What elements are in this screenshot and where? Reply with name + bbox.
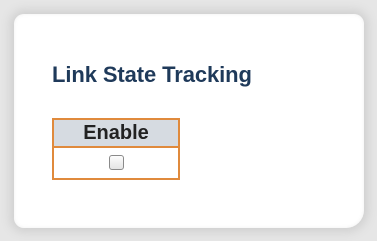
enable-checkbox[interactable] — [108, 155, 124, 171]
enable-cell — [53, 147, 179, 179]
screenshot-frame: Link State Tracking Enable — [0, 0, 377, 241]
table-row — [53, 147, 179, 179]
page-title: Link State Tracking — [52, 62, 252, 87]
enable-column-header: Enable — [53, 119, 179, 148]
table-header-row: Enable — [53, 119, 179, 148]
link-state-tracking-table: Enable — [52, 118, 180, 180]
